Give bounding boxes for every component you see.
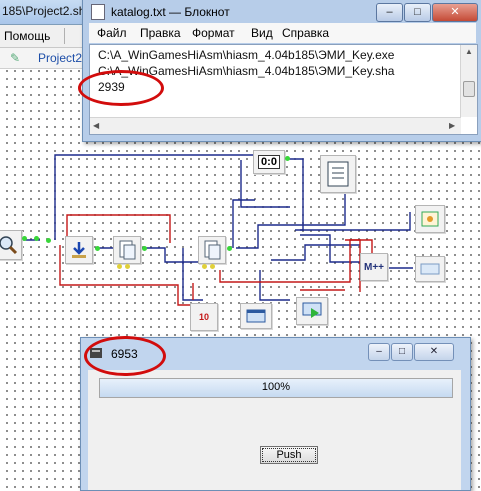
menu-view[interactable]: Вид [251,26,273,40]
download-icon [72,242,86,258]
pin [34,236,39,241]
wire [259,270,290,301]
convert-label: 10 [198,312,209,322]
pin [22,236,27,241]
wire [285,158,304,231]
wire [300,234,360,263]
highlight-ellipse [84,336,166,376]
wire [140,247,200,263]
file-component-2[interactable] [198,236,226,264]
push-button[interactable]: Push [260,446,318,464]
pin [125,264,130,269]
notepad-window: katalog.txt — Блокнот – □ ✕ Файл Правка … [82,0,481,142]
menu-format[interactable]: Формат [192,26,235,40]
editbox-icon [420,263,440,275]
vertical-scrollbar[interactable]: ▲ [460,45,477,117]
scroll-left-icon[interactable]: ◀ [93,121,99,130]
pin [210,264,215,269]
horizontal-scrollbar[interactable]: ◀ ▶ [90,117,461,134]
notepad-icon [91,4,105,20]
minimize-button[interactable]: – [368,343,390,361]
notepad-titlebar: katalog.txt — Блокнот – □ ✕ [83,1,481,22]
window-icon [246,309,266,323]
pin [202,264,207,269]
scroll-right-icon[interactable]: ▶ [449,121,455,130]
pin [285,156,290,161]
timer-label: 0:0 [258,155,280,169]
menu-file[interactable]: Файл [97,26,127,40]
save-component[interactable] [65,236,93,264]
wire [219,239,373,283]
close-button[interactable]: ✕ [432,3,478,22]
minimize-button[interactable]: – [376,3,403,22]
pin [95,246,100,251]
convert-component[interactable]: 10 [190,303,218,331]
progress-bar: 100% [99,378,453,398]
menu-help[interactable]: Справка [282,26,329,40]
pin [227,246,232,251]
pin [142,246,147,251]
wire [345,239,361,292]
pin [117,264,122,269]
notepad-menubar: Файл Правка Формат Вид Справка [89,23,476,43]
progressbar-icon [302,302,322,318]
timer-component[interactable]: 0:0 [253,150,285,174]
magnifier-icon [0,236,18,255]
scroll-thumb[interactable] [463,81,475,97]
pin [46,238,51,243]
maximize-button[interactable]: □ [391,343,413,361]
stream-component[interactable] [415,205,445,233]
wire [300,212,411,231]
wire [54,154,253,240]
progress-label: 100% [261,381,291,393]
progress-component[interactable] [296,297,328,325]
text-line: C:\A_WinGamesHiAsm\hiasm_4.04b185\ЭМИ_Ke… [98,48,395,62]
list-component[interactable] [320,155,356,193]
highlight-ellipse [78,70,164,106]
form-icon [421,211,439,227]
wire [271,244,360,261]
close-button[interactable]: ✕ [414,343,454,361]
notepad-title: katalog.txt — Блокнот [111,5,230,19]
document-icon [119,240,136,260]
edit-component[interactable] [415,256,445,282]
file-component-1[interactable] [113,236,141,264]
maximize-button[interactable]: □ [404,3,431,22]
window-component[interactable] [240,303,272,329]
menu-edit[interactable]: Правка [140,26,181,40]
app-client-area: 100% Push [88,370,461,490]
scroll-up-icon[interactable]: ▲ [465,47,473,56]
list-icon [327,161,349,187]
math-component[interactable]: M++ [360,253,388,281]
search-component[interactable] [0,230,22,260]
document-icon [204,240,221,260]
math-label: M++ [363,261,384,273]
